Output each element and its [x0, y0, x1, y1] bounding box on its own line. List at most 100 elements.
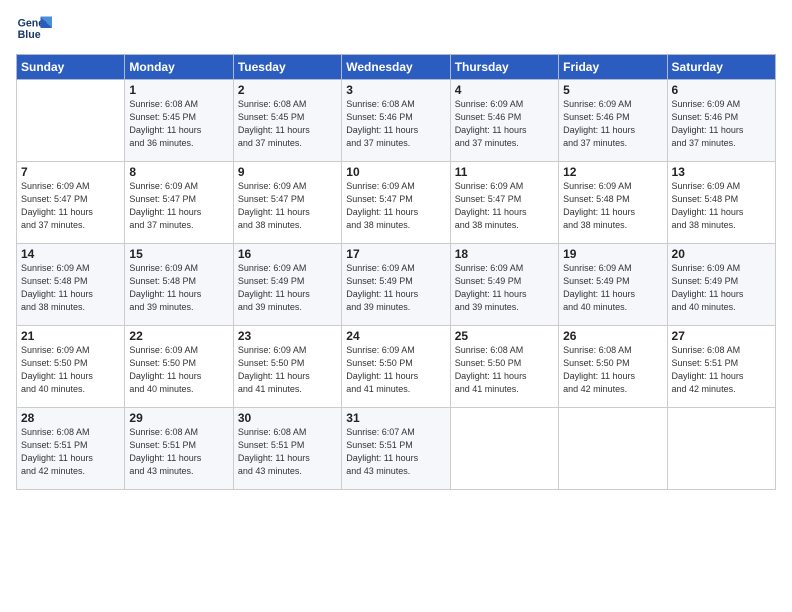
day-info: Sunrise: 6:08 AM Sunset: 5:50 PM Dayligh… — [563, 344, 662, 396]
day-number: 17 — [346, 247, 445, 261]
calendar-cell: 15Sunrise: 6:09 AM Sunset: 5:48 PM Dayli… — [125, 244, 233, 326]
day-info: Sunrise: 6:09 AM Sunset: 5:47 PM Dayligh… — [238, 180, 337, 232]
day-number: 27 — [672, 329, 771, 343]
day-number: 30 — [238, 411, 337, 425]
day-number: 22 — [129, 329, 228, 343]
calendar-cell: 22Sunrise: 6:09 AM Sunset: 5:50 PM Dayli… — [125, 326, 233, 408]
day-info: Sunrise: 6:08 AM Sunset: 5:45 PM Dayligh… — [238, 98, 337, 150]
day-info: Sunrise: 6:09 AM Sunset: 5:50 PM Dayligh… — [238, 344, 337, 396]
day-info: Sunrise: 6:08 AM Sunset: 5:45 PM Dayligh… — [129, 98, 228, 150]
calendar-cell: 6Sunrise: 6:09 AM Sunset: 5:46 PM Daylig… — [667, 80, 775, 162]
calendar-cell: 11Sunrise: 6:09 AM Sunset: 5:47 PM Dayli… — [450, 162, 558, 244]
weekday-header: Monday — [125, 55, 233, 80]
day-info: Sunrise: 6:09 AM Sunset: 5:48 PM Dayligh… — [672, 180, 771, 232]
day-info: Sunrise: 6:09 AM Sunset: 5:47 PM Dayligh… — [21, 180, 120, 232]
day-info: Sunrise: 6:09 AM Sunset: 5:48 PM Dayligh… — [129, 262, 228, 314]
day-number: 18 — [455, 247, 554, 261]
day-info: Sunrise: 6:08 AM Sunset: 5:50 PM Dayligh… — [455, 344, 554, 396]
day-info: Sunrise: 6:09 AM Sunset: 5:49 PM Dayligh… — [238, 262, 337, 314]
day-info: Sunrise: 6:09 AM Sunset: 5:48 PM Dayligh… — [563, 180, 662, 232]
day-info: Sunrise: 6:09 AM Sunset: 5:48 PM Dayligh… — [21, 262, 120, 314]
day-number: 3 — [346, 83, 445, 97]
calendar-cell: 17Sunrise: 6:09 AM Sunset: 5:49 PM Dayli… — [342, 244, 450, 326]
calendar-cell: 25Sunrise: 6:08 AM Sunset: 5:50 PM Dayli… — [450, 326, 558, 408]
day-info: Sunrise: 6:09 AM Sunset: 5:49 PM Dayligh… — [672, 262, 771, 314]
calendar-table: SundayMondayTuesdayWednesdayThursdayFrid… — [16, 54, 776, 490]
day-number: 8 — [129, 165, 228, 179]
calendar-cell: 1Sunrise: 6:08 AM Sunset: 5:45 PM Daylig… — [125, 80, 233, 162]
day-number: 15 — [129, 247, 228, 261]
day-number: 14 — [21, 247, 120, 261]
day-number: 2 — [238, 83, 337, 97]
calendar-cell: 31Sunrise: 6:07 AM Sunset: 5:51 PM Dayli… — [342, 408, 450, 490]
calendar-cell: 14Sunrise: 6:09 AM Sunset: 5:48 PM Dayli… — [17, 244, 125, 326]
day-number: 28 — [21, 411, 120, 425]
calendar-cell: 16Sunrise: 6:09 AM Sunset: 5:49 PM Dayli… — [233, 244, 341, 326]
logo: General Blue — [16, 10, 52, 46]
weekday-header: Friday — [559, 55, 667, 80]
calendar-cell: 21Sunrise: 6:09 AM Sunset: 5:50 PM Dayli… — [17, 326, 125, 408]
calendar-cell — [559, 408, 667, 490]
calendar-cell: 7Sunrise: 6:09 AM Sunset: 5:47 PM Daylig… — [17, 162, 125, 244]
day-info: Sunrise: 6:09 AM Sunset: 5:50 PM Dayligh… — [346, 344, 445, 396]
calendar-cell: 8Sunrise: 6:09 AM Sunset: 5:47 PM Daylig… — [125, 162, 233, 244]
calendar-cell: 2Sunrise: 6:08 AM Sunset: 5:45 PM Daylig… — [233, 80, 341, 162]
calendar-cell: 4Sunrise: 6:09 AM Sunset: 5:46 PM Daylig… — [450, 80, 558, 162]
day-info: Sunrise: 6:09 AM Sunset: 5:49 PM Dayligh… — [346, 262, 445, 314]
day-info: Sunrise: 6:08 AM Sunset: 5:51 PM Dayligh… — [21, 426, 120, 478]
day-number: 10 — [346, 165, 445, 179]
day-number: 9 — [238, 165, 337, 179]
day-number: 24 — [346, 329, 445, 343]
day-info: Sunrise: 6:09 AM Sunset: 5:47 PM Dayligh… — [129, 180, 228, 232]
day-number: 29 — [129, 411, 228, 425]
calendar-cell: 23Sunrise: 6:09 AM Sunset: 5:50 PM Dayli… — [233, 326, 341, 408]
day-number: 23 — [238, 329, 337, 343]
calendar-cell: 27Sunrise: 6:08 AM Sunset: 5:51 PM Dayli… — [667, 326, 775, 408]
svg-text:Blue: Blue — [18, 29, 41, 41]
day-info: Sunrise: 6:09 AM Sunset: 5:50 PM Dayligh… — [129, 344, 228, 396]
calendar-cell: 5Sunrise: 6:09 AM Sunset: 5:46 PM Daylig… — [559, 80, 667, 162]
calendar-cell: 3Sunrise: 6:08 AM Sunset: 5:46 PM Daylig… — [342, 80, 450, 162]
day-info: Sunrise: 6:09 AM Sunset: 5:47 PM Dayligh… — [455, 180, 554, 232]
day-info: Sunrise: 6:09 AM Sunset: 5:46 PM Dayligh… — [672, 98, 771, 150]
day-info: Sunrise: 6:09 AM Sunset: 5:49 PM Dayligh… — [455, 262, 554, 314]
day-number: 4 — [455, 83, 554, 97]
day-number: 6 — [672, 83, 771, 97]
calendar-cell: 12Sunrise: 6:09 AM Sunset: 5:48 PM Dayli… — [559, 162, 667, 244]
day-number: 13 — [672, 165, 771, 179]
header: General Blue — [16, 10, 776, 46]
calendar-cell — [667, 408, 775, 490]
day-number: 21 — [21, 329, 120, 343]
day-number: 26 — [563, 329, 662, 343]
calendar-cell: 28Sunrise: 6:08 AM Sunset: 5:51 PM Dayli… — [17, 408, 125, 490]
day-number: 20 — [672, 247, 771, 261]
weekday-header: Saturday — [667, 55, 775, 80]
calendar-cell: 26Sunrise: 6:08 AM Sunset: 5:50 PM Dayli… — [559, 326, 667, 408]
day-number: 19 — [563, 247, 662, 261]
calendar-cell: 30Sunrise: 6:08 AM Sunset: 5:51 PM Dayli… — [233, 408, 341, 490]
weekday-header: Wednesday — [342, 55, 450, 80]
day-number: 5 — [563, 83, 662, 97]
day-number: 11 — [455, 165, 554, 179]
weekday-header: Sunday — [17, 55, 125, 80]
day-info: Sunrise: 6:08 AM Sunset: 5:46 PM Dayligh… — [346, 98, 445, 150]
day-info: Sunrise: 6:08 AM Sunset: 5:51 PM Dayligh… — [238, 426, 337, 478]
calendar-cell: 9Sunrise: 6:09 AM Sunset: 5:47 PM Daylig… — [233, 162, 341, 244]
calendar-cell: 20Sunrise: 6:09 AM Sunset: 5:49 PM Dayli… — [667, 244, 775, 326]
day-info: Sunrise: 6:09 AM Sunset: 5:49 PM Dayligh… — [563, 262, 662, 314]
calendar-cell: 18Sunrise: 6:09 AM Sunset: 5:49 PM Dayli… — [450, 244, 558, 326]
day-info: Sunrise: 6:09 AM Sunset: 5:50 PM Dayligh… — [21, 344, 120, 396]
weekday-header: Tuesday — [233, 55, 341, 80]
calendar-cell: 24Sunrise: 6:09 AM Sunset: 5:50 PM Dayli… — [342, 326, 450, 408]
day-number: 12 — [563, 165, 662, 179]
day-number: 1 — [129, 83, 228, 97]
day-number: 16 — [238, 247, 337, 261]
day-info: Sunrise: 6:07 AM Sunset: 5:51 PM Dayligh… — [346, 426, 445, 478]
calendar-cell — [450, 408, 558, 490]
day-number: 31 — [346, 411, 445, 425]
calendar-cell: 13Sunrise: 6:09 AM Sunset: 5:48 PM Dayli… — [667, 162, 775, 244]
day-number: 7 — [21, 165, 120, 179]
calendar-cell: 29Sunrise: 6:08 AM Sunset: 5:51 PM Dayli… — [125, 408, 233, 490]
day-info: Sunrise: 6:09 AM Sunset: 5:46 PM Dayligh… — [563, 98, 662, 150]
day-info: Sunrise: 6:08 AM Sunset: 5:51 PM Dayligh… — [672, 344, 771, 396]
